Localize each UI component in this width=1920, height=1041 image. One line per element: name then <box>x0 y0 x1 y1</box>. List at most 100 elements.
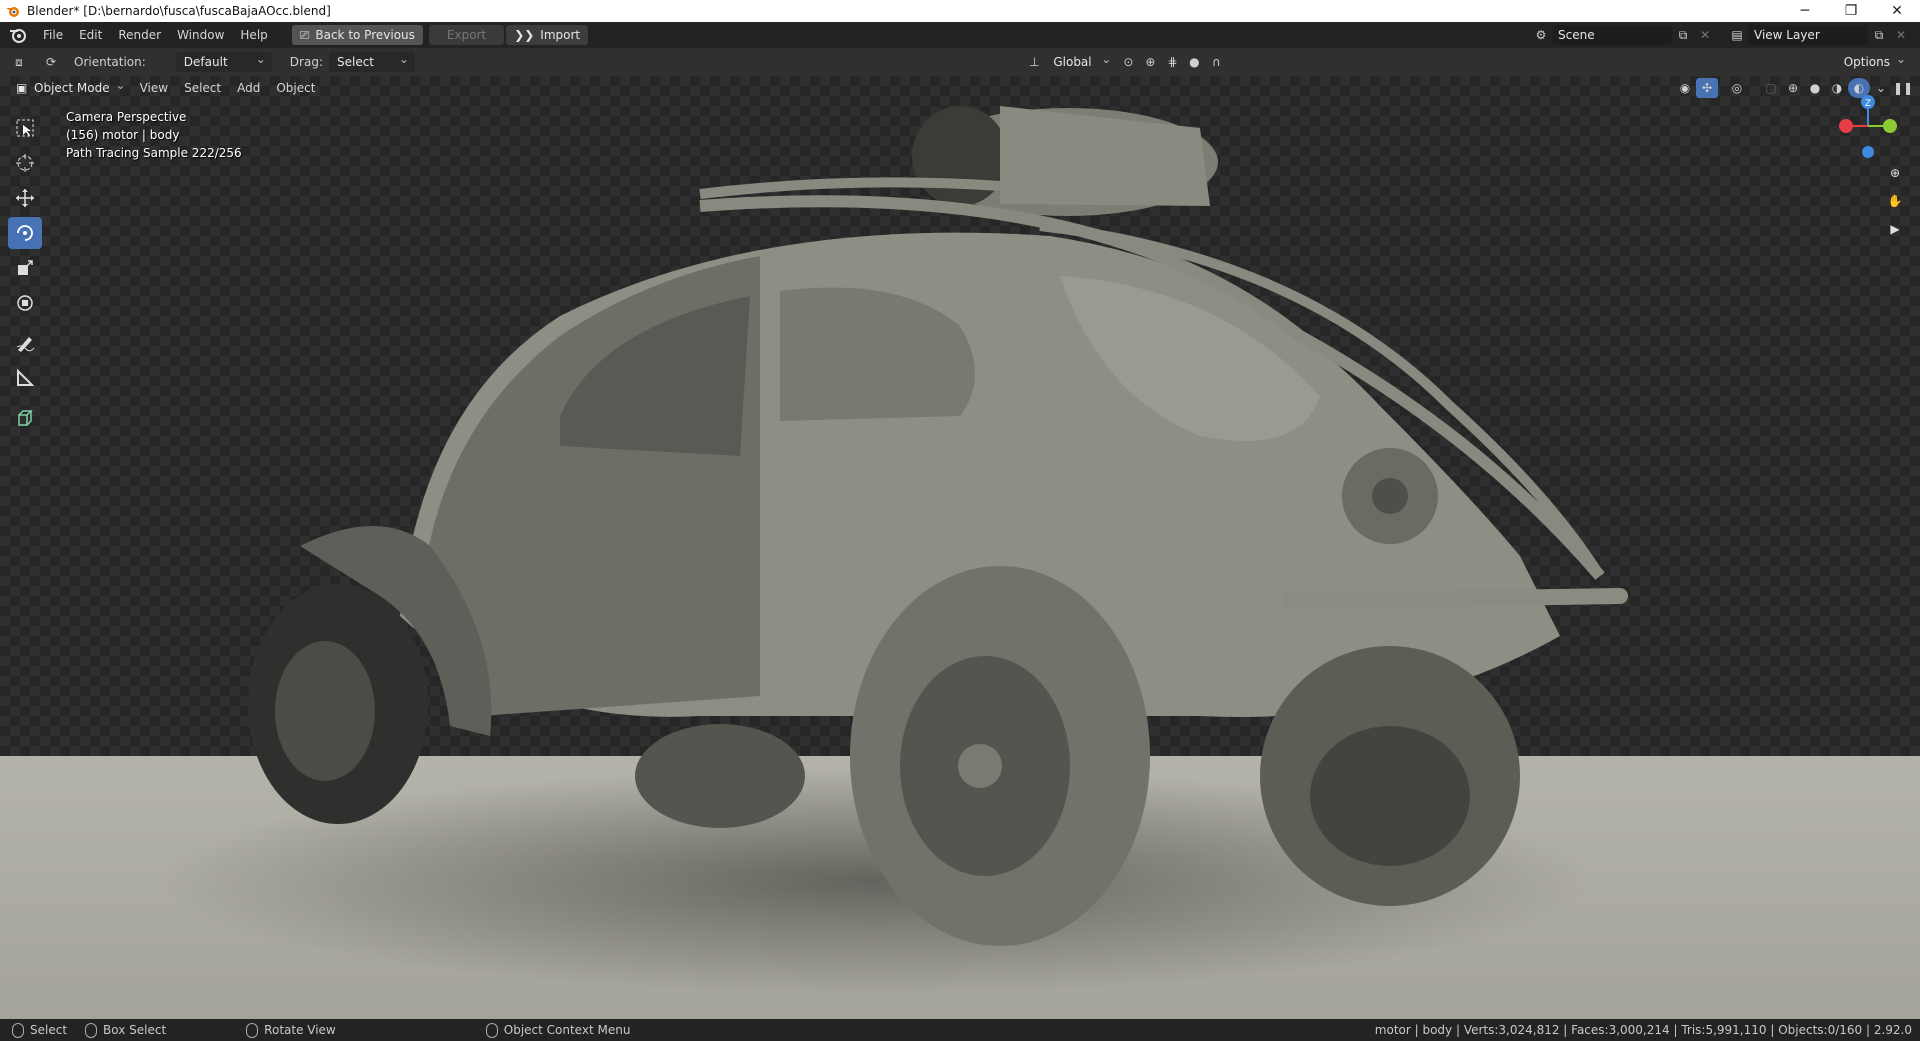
screen-back-icon: ⎚ <box>299 28 310 42</box>
object-mode-label: Object Mode <box>34 81 110 95</box>
status-context-hint: Object Context Menu <box>485 1022 631 1038</box>
middle-mouse-icon <box>246 1022 259 1038</box>
transform-icon <box>17 295 33 311</box>
zoom-icon[interactable]: ⊕ <box>1880 160 1910 186</box>
cursor-tool[interactable] <box>8 147 42 179</box>
proportional-edit-icon[interactable]: ● <box>1183 52 1205 72</box>
add-cube-tool[interactable] <box>8 402 42 434</box>
export-label: Export <box>446 28 487 42</box>
back-to-previous-label: Back to Previous <box>315 28 415 42</box>
pivot-point-icon[interactable]: ⊙ <box>1117 52 1139 72</box>
snap-target-icon[interactable]: ⋕ <box>1161 52 1183 72</box>
scene-statistics: motor | body | Verts:3,024,812 | Faces:3… <box>1374 1023 1912 1037</box>
spare-tire-wire <box>912 106 1008 206</box>
menu-edit[interactable]: Edit <box>71 24 110 46</box>
viewport-menu-object[interactable]: Object <box>268 77 323 99</box>
visibility-icon[interactable]: ◉ <box>1674 78 1696 98</box>
new-scene-icon[interactable]: ⧉ <box>1672 25 1694 45</box>
gizmo-y-axis <box>1883 119 1897 133</box>
active-tool-icon[interactable]: ⟳ <box>40 52 62 72</box>
status-rotate-label: Rotate View <box>264 1023 336 1037</box>
minimize-button[interactable]: ─ <box>1782 0 1828 22</box>
gizmo-x-axis <box>1839 119 1853 133</box>
menu-help[interactable]: Help <box>232 24 275 46</box>
render-sample-text: Path Tracing Sample 222/256 <box>66 146 242 160</box>
drag-label: Drag: <box>289 55 323 69</box>
import-button[interactable]: ❯❯ Import <box>506 25 589 45</box>
orientation-dropdown[interactable]: Default <box>175 49 272 72</box>
object-mode-icon: ▣ <box>16 81 28 95</box>
scale-icon <box>18 260 33 275</box>
scene-name-field[interactable]: Scene <box>1552 25 1672 45</box>
3d-viewport[interactable]: ▣ Object Mode View Select Add Object ◉ ✣… <box>0 76 1920 1019</box>
move-arrows-icon <box>16 189 34 207</box>
blender-logo-icon[interactable] <box>7 24 29 46</box>
gizmo-z-label: Z <box>1865 99 1871 109</box>
menu-render[interactable]: Render <box>110 24 169 46</box>
object-mode-dropdown[interactable]: ▣ Object Mode <box>10 76 132 98</box>
transform-orientation-icon: ⊥ <box>1029 55 1040 69</box>
close-button[interactable]: ✕ <box>1874 0 1920 22</box>
left-toolbar <box>8 112 48 437</box>
select-box-tool[interactable] <box>8 112 42 144</box>
active-object-text: (156) motor | body <box>66 128 180 142</box>
camera-perspective-text: Camera Perspective <box>66 110 187 124</box>
scale-tool[interactable] <box>8 252 42 284</box>
3d-cursor-icon <box>16 154 34 172</box>
export-button[interactable]: Export <box>428 25 505 45</box>
view-layer-browse-icon[interactable]: ▤ <box>1726 25 1748 45</box>
status-bar: Select Box Select Rotate View Object Con… <box>0 1019 1920 1041</box>
snap-toggle-icon[interactable]: ⊕ <box>1139 52 1161 72</box>
wireframe-shading-icon[interactable]: ⊕ <box>1782 78 1804 98</box>
delete-scene-icon[interactable]: ✕ <box>1694 25 1716 45</box>
import-arrow-icon: ❯❯ <box>514 28 535 42</box>
transform-orientation-dropdown[interactable]: Global <box>1045 49 1117 72</box>
overlays-icon[interactable]: ◎ <box>1726 78 1748 98</box>
xray-icon[interactable]: ▢ <box>1760 78 1782 98</box>
back-to-previous-button[interactable]: ⎚ Back to Previous <box>291 25 423 45</box>
view-layer-field[interactable]: View Layer <box>1748 25 1868 45</box>
viewport-menu-view[interactable]: View <box>132 77 176 99</box>
restore-button[interactable]: ❐ <box>1828 0 1874 22</box>
right-mouse-icon <box>485 1022 498 1038</box>
viewport-menu-select[interactable]: Select <box>176 77 229 99</box>
move-tool[interactable] <box>8 182 42 214</box>
import-label: Import <box>540 28 581 42</box>
menu-window[interactable]: Window <box>169 24 232 46</box>
measure-ruler-icon <box>17 368 35 386</box>
measure-tool[interactable] <box>8 362 42 394</box>
car-render <box>248 106 1628 946</box>
falloff-icon[interactable]: ∩ <box>1205 52 1227 72</box>
window-titlebar: Blender* [D:\bernardo\fusca\fuscaBajaAOc… <box>0 0 1920 22</box>
navigation-gizmo[interactable]: Z <box>1836 94 1900 164</box>
solid-shading-icon[interactable]: ● <box>1804 78 1826 98</box>
drag-mouse-icon <box>85 1022 98 1038</box>
status-rotate-hint: Rotate View <box>246 1022 336 1038</box>
annotate-tool[interactable] <box>8 327 42 359</box>
tool-settings-header: ⧈ ⟳ Orientation: Default Drag: Select Bo… <box>0 48 1920 89</box>
window-title: Blender* [D:\bernardo\fusca\fuscaBajaAOc… <box>27 4 331 18</box>
gizmo-toggle-icon[interactable]: ✣ <box>1696 78 1718 98</box>
status-context-label: Object Context Menu <box>503 1023 631 1037</box>
status-select-hint: Select <box>12 1022 67 1038</box>
gizmo-neg-z-axis <box>1862 146 1874 158</box>
scene-browse-icon[interactable]: ⚙ <box>1530 25 1552 45</box>
transform-tool[interactable] <box>8 287 42 319</box>
new-view-layer-icon[interactable]: ⧉ <box>1868 25 1890 45</box>
delete-view-layer-icon[interactable]: ✕ <box>1890 25 1912 45</box>
camera-view-icon[interactable]: ▶ <box>1880 216 1910 242</box>
drag-dropdown[interactable]: Select Box <box>328 49 415 89</box>
rotate-tool[interactable] <box>8 217 42 249</box>
orientation-label: Orientation: <box>74 55 146 69</box>
status-box-select-label: Box Select <box>103 1023 167 1037</box>
editor-type-icon[interactable]: ⧈ <box>8 52 30 72</box>
top-menu-bar: File Edit Render Window Help ⎚ Back to P… <box>0 22 1920 48</box>
select-cursor-icon <box>16 119 34 137</box>
menu-file[interactable]: File <box>35 24 71 46</box>
blender-app-icon <box>6 7 19 17</box>
add-cube-icon <box>18 410 33 426</box>
pan-hand-icon[interactable]: ✋ <box>1880 188 1910 214</box>
options-dropdown[interactable]: Options <box>1836 49 1912 72</box>
viewport-menu-add[interactable]: Add <box>229 77 268 99</box>
status-box-select-hint: Box Select <box>85 1022 167 1038</box>
